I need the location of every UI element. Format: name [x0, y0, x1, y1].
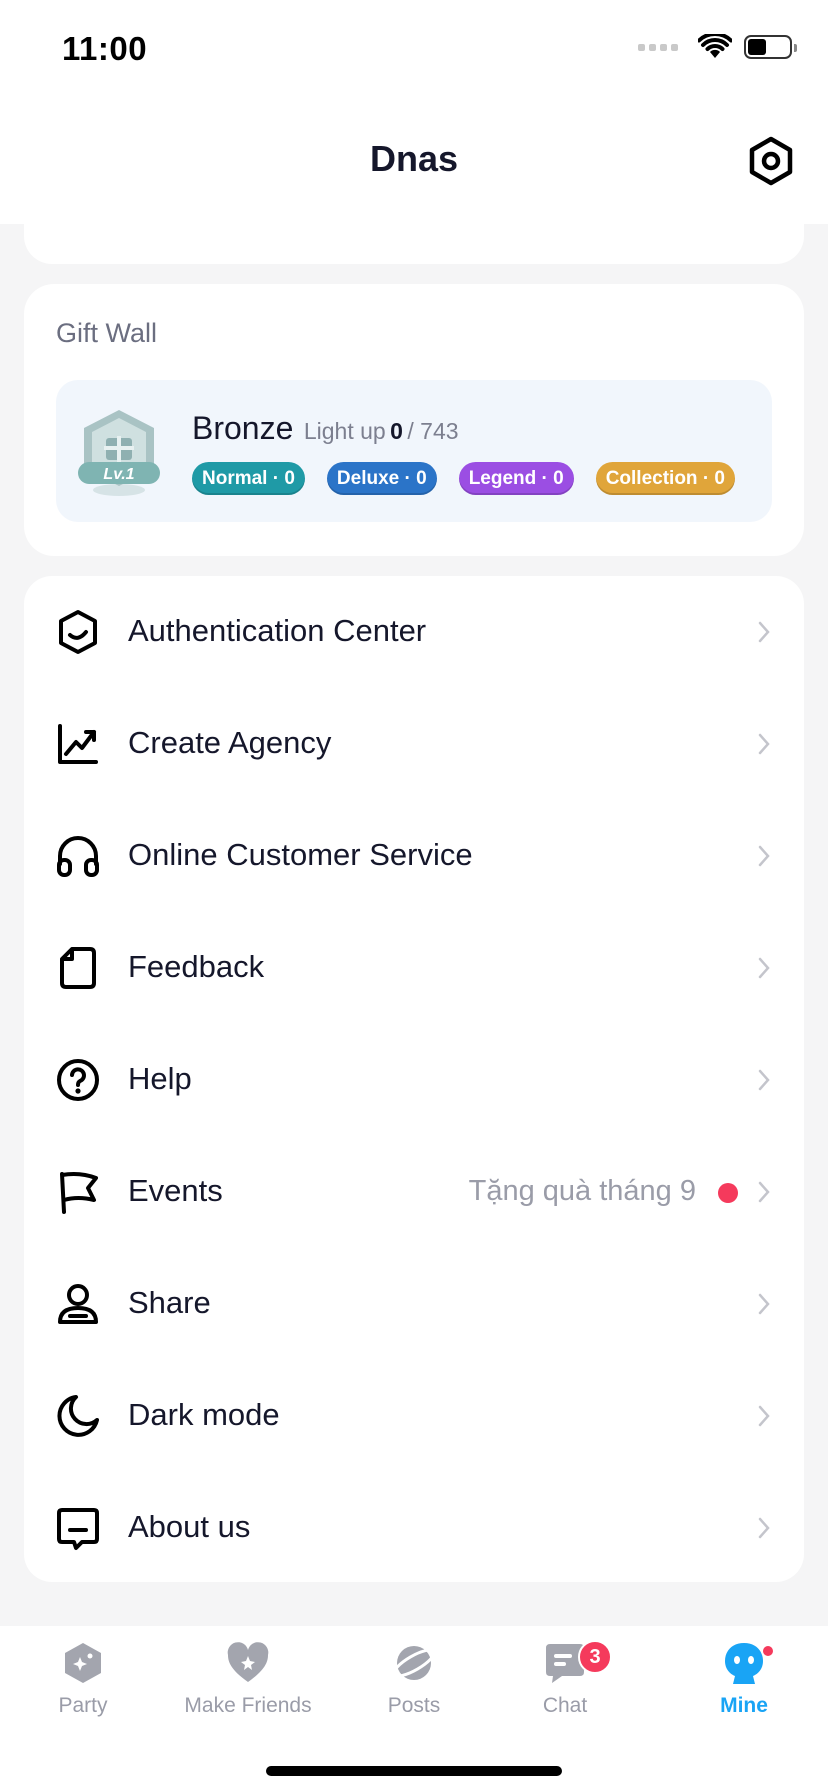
- chevron-right-icon: [758, 1069, 770, 1091]
- headphones-icon: [57, 836, 99, 877]
- gift-wall-summary[interactable]: Lv.1 Bronze Light up 0 / 743 Normal · 0 …: [56, 380, 772, 522]
- person-icon: [58, 1284, 98, 1324]
- chart-up-icon: [58, 724, 98, 764]
- chevron-right-icon: [758, 1517, 770, 1539]
- chevron-right-icon: [758, 1293, 770, 1315]
- battery-icon: [744, 35, 797, 59]
- moon-icon: [57, 1395, 99, 1437]
- flag-icon: [60, 1172, 98, 1214]
- menu-item-dark-mode[interactable]: Dark mode: [24, 1360, 804, 1472]
- menu-label: Dark mode: [128, 1397, 280, 1432]
- menu-item-about-us[interactable]: About us: [24, 1472, 804, 1584]
- light-up-label: Light up: [303, 418, 386, 444]
- tab-label: Make Friends: [184, 1694, 312, 1717]
- rank-line: Bronze Light up 0 / 743: [192, 410, 459, 447]
- notification-dot: [761, 1644, 775, 1658]
- planet-icon: [392, 1646, 436, 1680]
- header: Dnas: [0, 100, 828, 224]
- gift-category-pills: Normal · 0 Deluxe · 0 Legend · 0 Collect…: [192, 462, 735, 495]
- chevron-right-icon: [758, 957, 770, 979]
- tab-chat[interactable]: Chat 3: [490, 1640, 640, 1730]
- tab-posts[interactable]: Posts: [339, 1640, 489, 1730]
- tab-label: Chat: [542, 1694, 588, 1717]
- pill-normal: Normal · 0: [192, 462, 305, 495]
- menu-item-help[interactable]: Help: [24, 1024, 804, 1136]
- menu-item-events[interactable]: Events Tặng quà tháng 9: [24, 1136, 804, 1248]
- badge-level-text: Lv.1: [103, 466, 134, 483]
- question-icon: [57, 1059, 99, 1101]
- tab-mine[interactable]: Mine: [669, 1640, 819, 1730]
- menu-label: Help: [128, 1061, 192, 1096]
- chat-unread-badge: 3: [578, 1640, 612, 1674]
- menu-label: Events: [128, 1173, 223, 1208]
- party-icon: [65, 1643, 101, 1683]
- menu-label: Online Customer Service: [128, 837, 473, 872]
- lit-total: / 743: [407, 418, 459, 444]
- message-icon: [57, 1508, 99, 1550]
- menu-label: Feedback: [128, 949, 265, 984]
- menu-item-share[interactable]: Share: [24, 1248, 804, 1360]
- menu-item-feedback[interactable]: Feedback: [24, 912, 804, 1024]
- chevron-right-icon: [758, 621, 770, 643]
- pill-collection: Collection · 0: [595, 462, 735, 495]
- chevron-right-icon: [758, 845, 770, 867]
- tab-label: Party: [58, 1694, 108, 1717]
- bronze-badge-icon: Lv.1: [78, 410, 160, 496]
- events-promo-text: Tặng quà tháng 9: [468, 1175, 696, 1207]
- pill-deluxe: Deluxe · 0: [326, 462, 437, 495]
- battery-fill: [748, 39, 766, 55]
- menu-item-online-customer-service[interactable]: Online Customer Service: [24, 800, 804, 912]
- menu-label: Authentication Center: [128, 613, 427, 648]
- tab-make-friends[interactable]: Make Friends: [173, 1640, 323, 1730]
- chevron-right-icon: [758, 1405, 770, 1427]
- status-bar: 11:00: [0, 0, 828, 100]
- tab-label: Posts: [387, 1694, 441, 1717]
- gift-wall-title: Gift Wall: [56, 318, 157, 348]
- menu-label: Share: [128, 1285, 211, 1320]
- rank-name: Bronze: [192, 410, 294, 446]
- home-indicator: [266, 1766, 562, 1776]
- lit-count: 0: [390, 418, 403, 444]
- status-icons: [638, 34, 797, 60]
- menu-item-create-agency[interactable]: Create Agency: [24, 688, 804, 800]
- cellular-signal-icon: [638, 43, 678, 51]
- heart-icon: [227, 1642, 269, 1682]
- shield-check-icon: [59, 610, 97, 654]
- notification-dot: [718, 1183, 738, 1203]
- document-icon: [60, 947, 96, 989]
- menu-label: Create Agency: [128, 725, 332, 760]
- menu-label: About us: [128, 1509, 251, 1544]
- gift-wall-card[interactable]: Gift Wall Lv.1 Bronze Light up 0 / 743 N…: [24, 284, 804, 556]
- menu-item-authentication-center[interactable]: Authentication Center: [24, 576, 804, 688]
- menu-list: Authentication Center Create Agency Onli…: [24, 576, 804, 1582]
- status-time: 11:00: [62, 30, 148, 67]
- tab-party[interactable]: Party: [8, 1640, 158, 1730]
- settings-icon[interactable]: [746, 136, 796, 186]
- page-title: Dnas: [369, 138, 459, 179]
- chevron-right-icon: [758, 1181, 770, 1203]
- tab-label: Mine: [720, 1694, 768, 1717]
- profile-card-bottom: [24, 224, 804, 264]
- chevron-right-icon: [758, 733, 770, 755]
- mine-avatar-icon: [725, 1643, 763, 1684]
- wifi-icon: [698, 34, 732, 58]
- pill-legend: Legend · 0: [458, 462, 574, 495]
